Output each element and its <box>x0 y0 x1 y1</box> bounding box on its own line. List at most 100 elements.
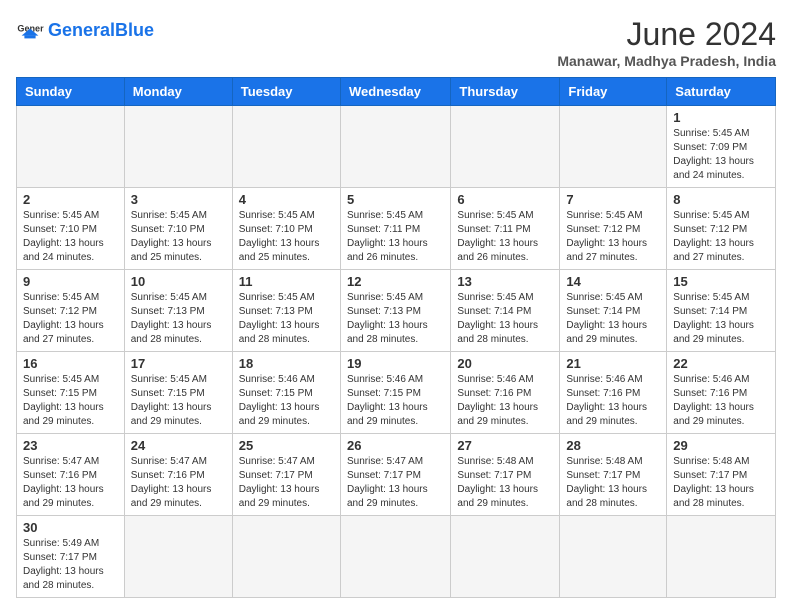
calendar-cell: 29 Sunrise: 5:48 AM Sunset: 7:17 PM Dayli… <box>667 434 776 516</box>
calendar-cell: 24 Sunrise: 5:47 AM Sunset: 7:16 PM Dayli… <box>124 434 232 516</box>
day-info: Sunrise: 5:49 AM Sunset: 7:17 PM Dayligh… <box>23 537 118 593</box>
calendar-cell: 20 Sunrise: 5:46 AM Sunset: 7:16 PM Dayli… <box>451 352 560 434</box>
calendar-cell: 5Sunrise: 5:45 AM Sunset: 7:11 PM Daylig… <box>340 188 450 270</box>
day-info: Sunrise: 5:45 AM Sunset: 7:10 PM Dayligh… <box>23 209 118 265</box>
day-number: 26 <box>347 438 444 453</box>
day-info: Sunrise: 5:48 AM Sunset: 7:17 PM Dayligh… <box>673 455 769 511</box>
calendar-cell: 7 Sunrise: 5:45 AM Sunset: 7:12 PM Daylig… <box>560 188 667 270</box>
logo-text: GeneralBlue <box>48 20 154 40</box>
month-year-title: June 2024 <box>557 16 776 53</box>
day-info: Sunrise: 5:45 AM Sunset: 7:09 PM Dayligh… <box>673 127 769 183</box>
day-info: Sunrise: 5:45 AM Sunset: 7:14 PM Dayligh… <box>566 291 660 347</box>
location-subtitle: Manawar, Madhya Pradesh, India <box>557 53 776 69</box>
day-info: Sunrise: 5:45 AM Sunset: 7:12 PM Dayligh… <box>566 209 660 265</box>
day-number: 20 <box>457 356 553 371</box>
day-info: Sunrise: 5:45 AM Sunset: 7:13 PM Dayligh… <box>239 291 334 347</box>
day-info: Sunrise: 5:45 AM Sunset: 7:14 PM Dayligh… <box>457 291 553 347</box>
day-info: Sunrise: 5:45 AM Sunset: 7:11 PM Dayligh… <box>347 209 444 265</box>
calendar-cell: 15Sunrise: 5:45 AM Sunset: 7:14 PM Dayli… <box>667 270 776 352</box>
calendar-cell: 1Sunrise: 5:45 AM Sunset: 7:09 PM Daylig… <box>667 106 776 188</box>
weekday-header-row: SundayMondayTuesdayWednesdayThursdayFrid… <box>17 78 776 106</box>
calendar-cell: 13 Sunrise: 5:45 AM Sunset: 7:14 PM Dayli… <box>451 270 560 352</box>
title-section: June 2024 Manawar, Madhya Pradesh, India <box>557 16 776 69</box>
calendar-cell <box>124 106 232 188</box>
calendar-cell: 11 Sunrise: 5:45 AM Sunset: 7:13 PM Dayli… <box>232 270 340 352</box>
calendar-cell: 8Sunrise: 5:45 AM Sunset: 7:12 PM Daylig… <box>667 188 776 270</box>
weekday-header-saturday: Saturday <box>667 78 776 106</box>
calendar-week-3: 9Sunrise: 5:45 AM Sunset: 7:12 PM Daylig… <box>17 270 776 352</box>
day-number: 18 <box>239 356 334 371</box>
logo: General GeneralBlue <box>16 16 154 44</box>
calendar-cell <box>667 516 776 598</box>
calendar-cell: 2Sunrise: 5:45 AM Sunset: 7:10 PM Daylig… <box>17 188 125 270</box>
day-info: Sunrise: 5:46 AM Sunset: 7:16 PM Dayligh… <box>566 373 660 429</box>
calendar-cell: 18 Sunrise: 5:46 AM Sunset: 7:15 PM Dayli… <box>232 352 340 434</box>
calendar-cell <box>124 516 232 598</box>
calendar-cell: 10 Sunrise: 5:45 AM Sunset: 7:13 PM Dayli… <box>124 270 232 352</box>
generalblue-logo-icon: General <box>16 16 44 44</box>
day-number: 30 <box>23 520 118 535</box>
day-number: 29 <box>673 438 769 453</box>
day-info: Sunrise: 5:45 AM Sunset: 7:11 PM Dayligh… <box>457 209 553 265</box>
calendar-cell: 26 Sunrise: 5:47 AM Sunset: 7:17 PM Dayli… <box>340 434 450 516</box>
day-number: 11 <box>239 274 334 289</box>
calendar-cell <box>451 516 560 598</box>
calendar-cell: 14 Sunrise: 5:45 AM Sunset: 7:14 PM Dayli… <box>560 270 667 352</box>
calendar-cell: 3 Sunrise: 5:45 AM Sunset: 7:10 PM Daylig… <box>124 188 232 270</box>
day-info: Sunrise: 5:45 AM Sunset: 7:12 PM Dayligh… <box>23 291 118 347</box>
calendar-cell: 16 Sunrise: 5:45 AM Sunset: 7:15 PM Dayli… <box>17 352 125 434</box>
weekday-header-monday: Monday <box>124 78 232 106</box>
day-info: Sunrise: 5:46 AM Sunset: 7:15 PM Dayligh… <box>347 373 444 429</box>
day-number: 10 <box>131 274 226 289</box>
calendar-cell: 17 Sunrise: 5:45 AM Sunset: 7:15 PM Dayli… <box>124 352 232 434</box>
day-info: Sunrise: 5:45 AM Sunset: 7:13 PM Dayligh… <box>131 291 226 347</box>
day-info: Sunrise: 5:45 AM Sunset: 7:10 PM Dayligh… <box>239 209 334 265</box>
day-number: 23 <box>23 438 118 453</box>
day-info: Sunrise: 5:47 AM Sunset: 7:17 PM Dayligh… <box>347 455 444 511</box>
calendar-cell: 27 Sunrise: 5:48 AM Sunset: 7:17 PM Dayli… <box>451 434 560 516</box>
calendar-week-6: 30 Sunrise: 5:49 AM Sunset: 7:17 PM Dayli… <box>17 516 776 598</box>
calendar-table: SundayMondayTuesdayWednesdayThursdayFrid… <box>16 77 776 598</box>
day-info: Sunrise: 5:46 AM Sunset: 7:15 PM Dayligh… <box>239 373 334 429</box>
day-number: 19 <box>347 356 444 371</box>
day-info: Sunrise: 5:47 AM Sunset: 7:17 PM Dayligh… <box>239 455 334 511</box>
day-info: Sunrise: 5:47 AM Sunset: 7:16 PM Dayligh… <box>23 455 118 511</box>
weekday-header-thursday: Thursday <box>451 78 560 106</box>
weekday-header-sunday: Sunday <box>17 78 125 106</box>
logo-general: General <box>48 20 115 40</box>
calendar-cell: 12Sunrise: 5:45 AM Sunset: 7:13 PM Dayli… <box>340 270 450 352</box>
calendar-cell: 19 Sunrise: 5:46 AM Sunset: 7:15 PM Dayli… <box>340 352 450 434</box>
day-number: 14 <box>566 274 660 289</box>
day-info: Sunrise: 5:45 AM Sunset: 7:15 PM Dayligh… <box>23 373 118 429</box>
day-info: Sunrise: 5:47 AM Sunset: 7:16 PM Dayligh… <box>131 455 226 511</box>
calendar-cell: 28Sunrise: 5:48 AM Sunset: 7:17 PM Dayli… <box>560 434 667 516</box>
calendar-cell <box>560 106 667 188</box>
day-number: 25 <box>239 438 334 453</box>
day-number: 27 <box>457 438 553 453</box>
day-info: Sunrise: 5:45 AM Sunset: 7:10 PM Dayligh… <box>131 209 226 265</box>
day-info: Sunrise: 5:46 AM Sunset: 7:16 PM Dayligh… <box>457 373 553 429</box>
day-number: 13 <box>457 274 553 289</box>
calendar-cell: 9Sunrise: 5:45 AM Sunset: 7:12 PM Daylig… <box>17 270 125 352</box>
calendar-cell: 6Sunrise: 5:45 AM Sunset: 7:11 PM Daylig… <box>451 188 560 270</box>
calendar-cell: 21 Sunrise: 5:46 AM Sunset: 7:16 PM Dayli… <box>560 352 667 434</box>
calendar-week-1: 1Sunrise: 5:45 AM Sunset: 7:09 PM Daylig… <box>17 106 776 188</box>
calendar-week-2: 2Sunrise: 5:45 AM Sunset: 7:10 PM Daylig… <box>17 188 776 270</box>
day-number: 16 <box>23 356 118 371</box>
calendar-week-5: 23 Sunrise: 5:47 AM Sunset: 7:16 PM Dayli… <box>17 434 776 516</box>
day-number: 21 <box>566 356 660 371</box>
day-info: Sunrise: 5:48 AM Sunset: 7:17 PM Dayligh… <box>457 455 553 511</box>
day-info: Sunrise: 5:45 AM Sunset: 7:14 PM Dayligh… <box>673 291 769 347</box>
day-number: 22 <box>673 356 769 371</box>
weekday-header-tuesday: Tuesday <box>232 78 340 106</box>
day-info: Sunrise: 5:45 AM Sunset: 7:15 PM Dayligh… <box>131 373 226 429</box>
calendar-cell <box>232 516 340 598</box>
weekday-header-friday: Friday <box>560 78 667 106</box>
calendar-cell: 22Sunrise: 5:46 AM Sunset: 7:16 PM Dayli… <box>667 352 776 434</box>
calendar-cell <box>340 516 450 598</box>
calendar-cell <box>232 106 340 188</box>
day-number: 7 <box>566 192 660 207</box>
day-number: 3 <box>131 192 226 207</box>
day-number: 24 <box>131 438 226 453</box>
day-number: 17 <box>131 356 226 371</box>
